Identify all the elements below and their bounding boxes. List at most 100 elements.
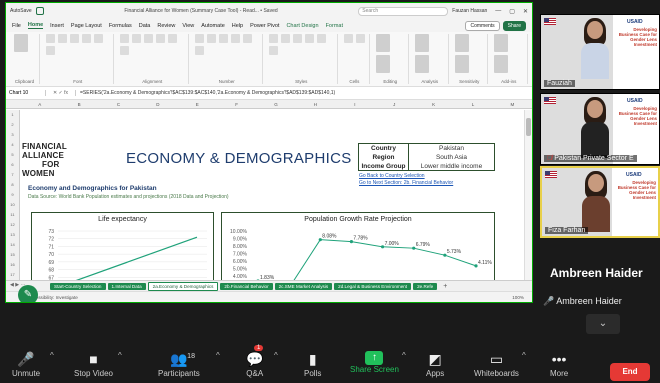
ribbon-tool-icon[interactable]: [242, 34, 252, 43]
back-link[interactable]: Go Back to Country Selection: [359, 173, 453, 180]
chevron-up-icon[interactable]: ^: [50, 351, 54, 360]
maximize-icon[interactable]: ▢: [509, 8, 515, 15]
column-header[interactable]: K: [414, 102, 453, 107]
chevron-up-icon[interactable]: ^: [402, 351, 406, 360]
ribbon-tool-icon[interactable]: [230, 34, 240, 43]
column-header[interactable]: J: [375, 102, 414, 107]
worksheet-grid[interactable]: 1 2 3 4 5 6 7 8 9 10 11 12 13 14 15 16 17 FINANCIAL ALLI…: [6, 110, 523, 287]
qa-button[interactable]: 💬 1 ^ Q&A: [246, 345, 278, 378]
chevron-up-icon[interactable]: ^: [274, 351, 278, 360]
fx-icon[interactable]: ✕ ✓ fx: [46, 90, 76, 96]
population-growth-chart[interactable]: Population Growth Rate Projection 10.00%…: [221, 212, 495, 287]
row-header[interactable]: 3: [6, 130, 19, 140]
row-header[interactable]: 11: [6, 210, 19, 220]
ribbon-tool-icon[interactable]: [317, 34, 327, 43]
share-button[interactable]: Share: [502, 20, 526, 31]
participants-button[interactable]: 👥 18 ^ Participants: [158, 351, 220, 378]
share-screen-button[interactable]: ↑ ^ Share Screen: [350, 351, 406, 374]
close-icon[interactable]: ✕: [523, 8, 528, 15]
column-header[interactable]: D: [138, 102, 177, 107]
scroll-thumb[interactable]: [526, 118, 531, 136]
comments-button[interactable]: Comments: [465, 20, 500, 31]
ribbon-tool-icon[interactable]: [144, 34, 154, 43]
ribbon-tool-icon[interactable]: [293, 34, 303, 43]
ribbon-tool-icon[interactable]: [82, 34, 91, 43]
ribbon-tool-icon[interactable]: [305, 34, 315, 43]
sheet-tab[interactable]: 1.Internal Data: [107, 282, 146, 290]
column-header[interactable]: G: [256, 102, 295, 107]
next-section-link[interactable]: Go to Next Section: 2b. Financial Behavi…: [359, 180, 453, 187]
name-box[interactable]: Chart 10: [6, 90, 46, 96]
search-input[interactable]: Search: [358, 6, 449, 16]
ribbon-tool-icon[interactable]: [415, 34, 430, 52]
formula-input[interactable]: =SERIES('2a.Economy & Demographics'!$AC$…: [76, 90, 335, 96]
menu-item[interactable]: Power Pivot: [250, 23, 279, 29]
row-header[interactable]: 16: [6, 260, 19, 270]
end-meeting-button[interactable]: End: [610, 363, 650, 381]
ribbon-tool-icon[interactable]: [218, 34, 228, 43]
ribbon-tool-icon[interactable]: [281, 34, 291, 43]
sheet-tab[interactable]: 2e.Refe: [413, 282, 438, 290]
row-header[interactable]: 9: [6, 190, 19, 200]
ribbon-tool-icon[interactable]: [415, 55, 430, 73]
row-header[interactable]: 15: [6, 250, 19, 260]
chevron-down-icon[interactable]: ⌄: [586, 314, 620, 334]
column-header[interactable]: A: [20, 102, 59, 107]
ribbon-tool-icon[interactable]: [494, 34, 509, 52]
ribbon-tool-icon[interactable]: [46, 46, 55, 55]
row-header[interactable]: 4: [6, 140, 19, 150]
sheet-tab[interactable]: 2b.Financial Behavior: [220, 282, 273, 290]
row-header[interactable]: 5: [6, 150, 19, 160]
ribbon-tool-icon[interactable]: [494, 55, 509, 73]
ribbon-tool-icon[interactable]: [70, 34, 79, 43]
menu-item[interactable]: Formulas: [109, 23, 132, 29]
ribbon-tool-icon[interactable]: [454, 55, 469, 73]
ribbon-tool-icon[interactable]: [194, 46, 204, 55]
add-sheet-button[interactable]: +: [443, 283, 447, 290]
sheet-tab[interactable]: 2a.Economy & Demographics: [147, 281, 219, 291]
column-header[interactable]: C: [99, 102, 138, 107]
menu-item[interactable]: Help: [232, 23, 243, 29]
save-icon[interactable]: [35, 7, 44, 15]
row-header[interactable]: 14: [6, 240, 19, 250]
autosave-toggle[interactable]: AutoSave: [10, 8, 32, 14]
ribbon-tool-icon[interactable]: [375, 55, 390, 73]
menu-item[interactable]: Chart Design: [286, 23, 318, 29]
annotate-pencil-icon[interactable]: ✎: [18, 285, 38, 302]
ribbon-tool-icon[interactable]: [156, 34, 166, 43]
polls-button[interactable]: ▮ Polls: [304, 351, 321, 378]
stop-video-button[interactable]: ■ ^ Stop Video: [74, 351, 122, 378]
row-header[interactable]: 13: [6, 230, 19, 240]
ribbon-tool-icon[interactable]: [132, 34, 142, 43]
ribbon-tool-icon[interactable]: [206, 34, 216, 43]
video-tile-fiza-farhan[interactable]: USAID Developing Business Case for Gende…: [540, 166, 660, 238]
column-header[interactable]: B: [59, 102, 98, 107]
ribbon-tool-icon[interactable]: [269, 46, 279, 55]
menu-item[interactable]: Format: [326, 23, 343, 29]
menu-item[interactable]: Home: [27, 22, 44, 29]
minimize-icon[interactable]: —: [495, 8, 501, 14]
column-header[interactable]: L: [453, 102, 492, 107]
ribbon-tool-icon[interactable]: [120, 46, 130, 55]
ribbon-tool-icon[interactable]: [58, 34, 67, 43]
ribbon-tool-icon[interactable]: [46, 34, 55, 43]
video-tile-pakistan-private-sector[interactable]: USAID Developing Business Case for Gende…: [540, 93, 660, 165]
menu-item[interactable]: View: [182, 23, 194, 29]
chevron-up-icon[interactable]: ^: [118, 351, 122, 360]
life-expectancy-chart[interactable]: Life expectancy 6667686970717273: [31, 212, 214, 287]
ribbon-tool-icon[interactable]: [14, 34, 28, 52]
menu-item[interactable]: Review: [157, 23, 175, 29]
ribbon-tool-icon[interactable]: [454, 34, 469, 52]
column-header[interactable]: M: [493, 102, 532, 107]
column-header[interactable]: I: [335, 102, 374, 107]
video-tile-fauziah[interactable]: USAID Developing Business Case for Gende…: [540, 14, 660, 90]
row-header[interactable]: 1: [6, 110, 19, 120]
ribbon-tool-icon[interactable]: [194, 34, 204, 43]
row-header[interactable]: 2: [6, 120, 19, 130]
menu-item[interactable]: Page Layout: [71, 23, 102, 29]
ribbon-tool-icon[interactable]: [168, 34, 178, 43]
row-header[interactable]: 7: [6, 170, 19, 180]
row-header[interactable]: 10: [6, 200, 19, 210]
menu-item[interactable]: Insert: [50, 23, 64, 29]
column-header[interactable]: E: [178, 102, 217, 107]
